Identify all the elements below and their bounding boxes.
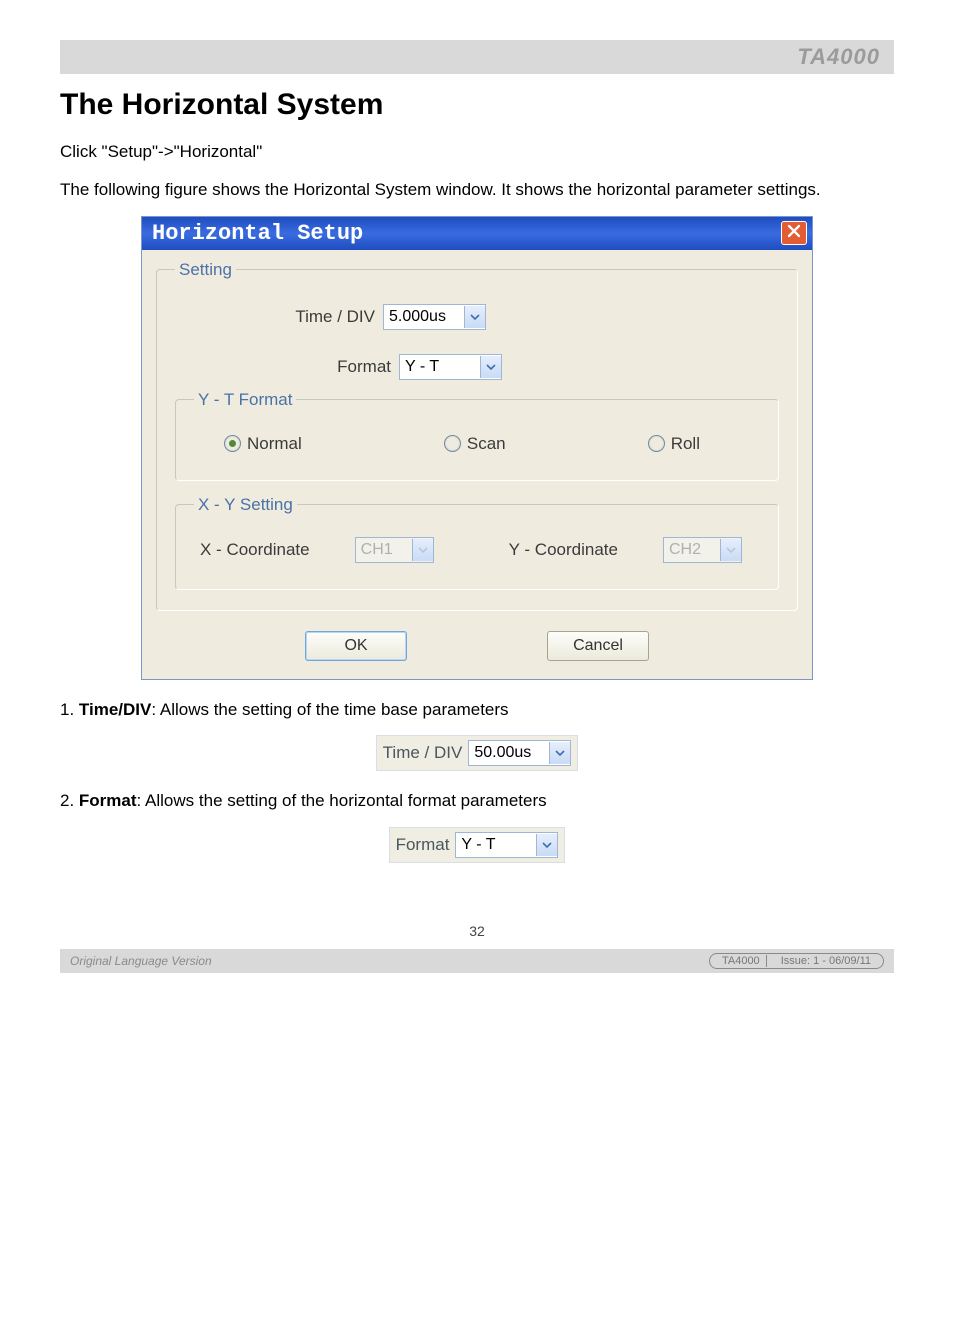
- cancel-button[interactable]: Cancel: [547, 631, 649, 661]
- time-div-figure: Time / DIV: [376, 735, 579, 771]
- fig1-label: Time / DIV: [383, 743, 463, 763]
- chevron-down-icon[interactable]: [536, 834, 557, 856]
- format-label: Format: [175, 357, 399, 377]
- radio-roll-label: Roll: [671, 434, 700, 454]
- format-select[interactable]: [399, 354, 502, 380]
- x-coordinate-value: [356, 539, 412, 561]
- radio-roll[interactable]: Roll: [648, 434, 700, 454]
- divider: [766, 955, 775, 967]
- x-coordinate-select: [355, 537, 434, 563]
- intro-line-2: The following figure shows the Horizonta…: [60, 178, 894, 202]
- setting-group: Setting Time / DIV Format: [156, 260, 798, 611]
- yt-format-group: Y - T Format Normal Scan Roll: [175, 390, 779, 481]
- close-icon: [787, 224, 801, 243]
- fig1-value[interactable]: [469, 742, 549, 764]
- cancel-button-label: Cancel: [573, 637, 623, 655]
- page-number: 32: [60, 923, 894, 939]
- list-item-1: 1. Time/DIV: Allows the setting of the t…: [60, 698, 894, 722]
- radio-scan-label: Scan: [467, 434, 506, 454]
- footer-pill: TA4000 Issue: 1 - 06/09/11: [709, 953, 884, 969]
- time-div-value[interactable]: [384, 306, 464, 328]
- radio-icon: [648, 435, 665, 452]
- page-title: The Horizontal System: [60, 88, 894, 122]
- product-name: TA4000: [797, 44, 880, 69]
- fig2-select[interactable]: [455, 832, 558, 858]
- item1-rest: : Allows the setting of the time base pa…: [151, 700, 508, 719]
- fig2-value[interactable]: [456, 834, 536, 856]
- item1-prefix: 1.: [60, 700, 79, 719]
- ok-button[interactable]: OK: [305, 631, 407, 661]
- item2-rest: : Allows the setting of the horizontal f…: [137, 791, 547, 810]
- setting-legend: Setting: [175, 260, 236, 280]
- radio-scan[interactable]: Scan: [444, 434, 506, 454]
- footer-issue: Issue: 1 - 06/09/11: [777, 955, 875, 967]
- item1-bold: Time/DIV: [79, 700, 151, 719]
- dialog-title: Horizontal Setup: [152, 221, 781, 246]
- intro-line-1: Click "Setup"->"Horizontal": [60, 140, 894, 164]
- item2-bold: Format: [79, 791, 137, 810]
- xy-setting-legend: X - Y Setting: [194, 495, 297, 515]
- fig2-label: Format: [396, 835, 450, 855]
- radio-normal[interactable]: Normal: [224, 434, 302, 454]
- chevron-down-icon[interactable]: [464, 306, 485, 328]
- format-figure: Format: [389, 827, 566, 863]
- y-coordinate-label: Y - Coordinate: [509, 540, 618, 560]
- footer-model: TA4000: [718, 955, 764, 967]
- radio-icon: [444, 435, 461, 452]
- dialog-titlebar[interactable]: Horizontal Setup: [142, 217, 812, 250]
- item2-prefix: 2.: [60, 791, 79, 810]
- xy-setting-group: X - Y Setting X - Coordinate Y - Coordin…: [175, 495, 779, 590]
- chevron-down-icon[interactable]: [480, 356, 501, 378]
- ok-button-label: OK: [344, 637, 367, 655]
- original-language-text: Original Language Version: [70, 954, 212, 968]
- chevron-down-icon: [720, 539, 741, 561]
- close-button[interactable]: [781, 221, 807, 245]
- horizontal-setup-dialog: Horizontal Setup Setting Time / DIV: [141, 216, 813, 680]
- page-footer: 32 Original Language Version TA4000 Issu…: [60, 923, 894, 973]
- radio-icon: [224, 435, 241, 452]
- time-div-label: Time / DIV: [175, 307, 383, 327]
- list-item-2: 2. Format: Allows the setting of the hor…: [60, 789, 894, 813]
- chevron-down-icon: [412, 539, 433, 561]
- fig1-select[interactable]: [468, 740, 571, 766]
- y-coordinate-value: [664, 539, 720, 561]
- time-div-select[interactable]: [383, 304, 486, 330]
- header-bar: TA4000: [60, 40, 894, 74]
- chevron-down-icon[interactable]: [549, 742, 570, 764]
- format-value[interactable]: [400, 356, 480, 378]
- radio-normal-label: Normal: [247, 434, 302, 454]
- yt-format-legend: Y - T Format: [194, 390, 296, 410]
- y-coordinate-select: [663, 537, 742, 563]
- x-coordinate-label: X - Coordinate: [200, 540, 310, 560]
